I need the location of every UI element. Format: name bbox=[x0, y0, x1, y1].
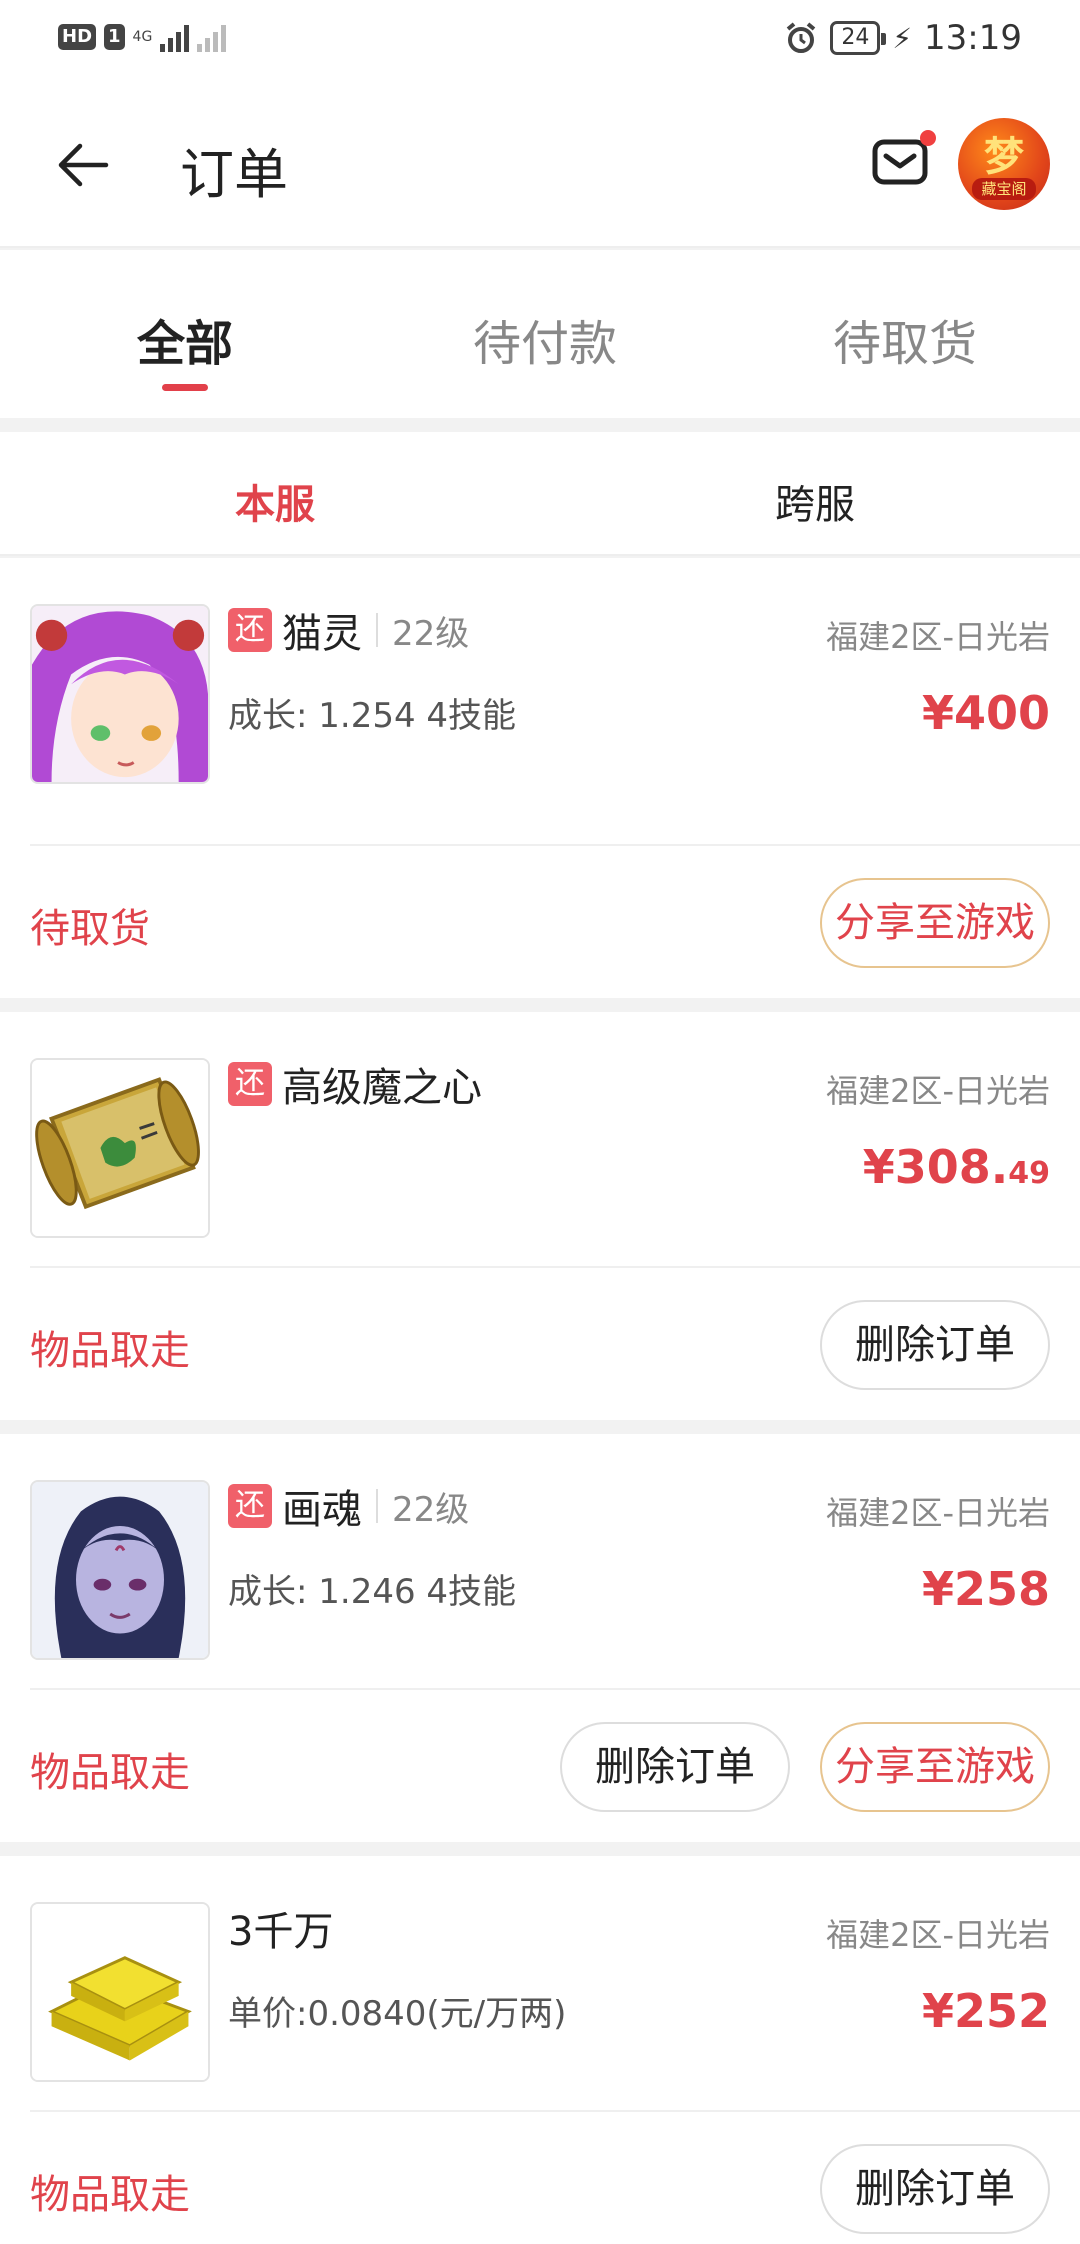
server-name: 福建2区-日光岩 bbox=[826, 618, 1050, 656]
item-title-row: 还 高级魔之心 bbox=[228, 1060, 482, 1111]
order-status: 待取货 bbox=[30, 906, 150, 952]
tab-pending-pickup[interactable]: 待取货 bbox=[755, 304, 1055, 374]
item-image-cat-spirit bbox=[30, 604, 210, 784]
order-card[interactable]: 还 画魂 22级 成长: 1.246 4技能 福建2区-日光岩 ¥258 物品取… bbox=[0, 1434, 1080, 1842]
price: ¥258 bbox=[922, 1562, 1050, 1616]
sim-badge: 1 bbox=[104, 24, 125, 50]
item-title-row: 还 猫灵 22级 bbox=[228, 606, 470, 657]
status-bar: HD 1 4G 24 ⚡ 13:19 bbox=[0, 0, 1080, 80]
item-level: 22级 bbox=[392, 613, 470, 654]
divider bbox=[30, 2110, 1080, 2112]
price: ¥400 bbox=[922, 686, 1050, 740]
order-card[interactable]: 3千万 单价:0.0840(元/万两) 福建2区-日光岩 ¥252 物品取走 删… bbox=[0, 1856, 1080, 2244]
active-tab-indicator bbox=[162, 384, 208, 391]
status-left: HD 1 4G bbox=[58, 22, 227, 52]
price-main: ¥400 bbox=[921, 686, 1050, 740]
hd-badge: HD bbox=[58, 24, 97, 50]
divider bbox=[30, 1688, 1080, 1690]
app-header: 订单 梦 藏宝阁 bbox=[0, 80, 1080, 248]
charging-icon: ⚡ bbox=[892, 21, 913, 55]
mail-icon[interactable] bbox=[872, 136, 928, 188]
page-title: 订单 bbox=[180, 143, 288, 206]
order-card[interactable]: 还 猫灵 22级 成长: 1.254 4技能 福建2区-日光岩 ¥400 待取货… bbox=[0, 558, 1080, 998]
order-status-tabs: 全部 待付款 待取货 bbox=[0, 250, 1080, 418]
share-to-game-button[interactable]: 分享至游戏 bbox=[820, 878, 1050, 968]
avatar-logo-char: 梦 bbox=[984, 134, 1024, 180]
delete-order-button[interactable]: 删除订单 bbox=[560, 1722, 790, 1812]
item-name: 高级魔之心 bbox=[282, 1065, 482, 1111]
price: ¥252 bbox=[922, 1984, 1050, 2038]
return-tag: 还 bbox=[228, 608, 272, 652]
tab-pending-payment[interactable]: 待付款 bbox=[395, 304, 695, 374]
item-detail: 成长: 1.254 4技能 bbox=[228, 696, 517, 736]
server-name: 福建2区-日光岩 bbox=[826, 1072, 1050, 1110]
item-name: 3千万 bbox=[228, 1909, 334, 1955]
item-name: 画魂 bbox=[282, 1487, 362, 1533]
server-name: 福建2区-日光岩 bbox=[826, 1494, 1050, 1532]
item-level: 22级 bbox=[392, 1489, 470, 1530]
item-image-painted-soul bbox=[30, 1480, 210, 1660]
network-type: 4G bbox=[132, 29, 153, 45]
return-tag: 还 bbox=[228, 1062, 272, 1106]
status-right: 24 ⚡ 13:19 bbox=[784, 18, 1022, 58]
back-arrow-icon[interactable] bbox=[56, 138, 110, 192]
price-decimal: 49 bbox=[1008, 1156, 1050, 1191]
signal-icon bbox=[160, 22, 190, 52]
item-title-row: 3千万 bbox=[228, 1904, 333, 1955]
order-card[interactable]: 还 高级魔之心 福建2区-日光岩 ¥308.49 物品取走 删除订单 bbox=[0, 1012, 1080, 1420]
price-main: ¥252 bbox=[921, 1984, 1050, 2038]
divider bbox=[30, 1266, 1080, 1268]
delete-order-button[interactable]: 删除订单 bbox=[820, 2144, 1050, 2234]
order-status: 物品取走 bbox=[30, 1750, 190, 1796]
item-detail: 单价:0.0840(元/万两) bbox=[228, 1994, 567, 2034]
item-image-demon-heart bbox=[30, 1058, 210, 1238]
avatar[interactable]: 梦 藏宝阁 bbox=[958, 118, 1050, 210]
signal-2-icon bbox=[197, 22, 227, 52]
item-image-gold-bars bbox=[30, 1902, 210, 2082]
price-main: ¥308. bbox=[862, 1140, 1009, 1194]
item-name: 猫灵 bbox=[282, 611, 362, 657]
tab-cross-server[interactable]: 跨服 bbox=[615, 472, 1015, 530]
share-to-game-button[interactable]: 分享至游戏 bbox=[820, 1722, 1050, 1812]
price: ¥308.49 bbox=[863, 1140, 1050, 1194]
tab-this-server[interactable]: 本服 bbox=[75, 472, 475, 530]
order-status: 物品取走 bbox=[30, 1328, 190, 1374]
separator bbox=[376, 1489, 378, 1523]
item-detail: 成长: 1.246 4技能 bbox=[228, 1572, 517, 1612]
notification-dot bbox=[920, 130, 936, 146]
price-main: ¥258 bbox=[921, 1562, 1050, 1616]
item-title-row: 还 画魂 22级 bbox=[228, 1482, 470, 1533]
separator bbox=[376, 613, 378, 647]
battery-icon: 24 bbox=[830, 21, 887, 55]
alarm-icon bbox=[787, 22, 816, 53]
server-name: 福建2区-日光岩 bbox=[826, 1916, 1050, 1954]
avatar-logo-text: 藏宝阁 bbox=[972, 178, 1036, 200]
server-scope-tabs: 本服 跨服 bbox=[0, 432, 1080, 556]
tab-all[interactable]: 全部 bbox=[35, 304, 335, 374]
divider bbox=[30, 844, 1080, 846]
return-tag: 还 bbox=[228, 1484, 272, 1528]
delete-order-button[interactable]: 删除订单 bbox=[820, 1300, 1050, 1390]
clock: 13:19 bbox=[924, 18, 1022, 58]
order-status: 物品取走 bbox=[30, 2172, 190, 2218]
